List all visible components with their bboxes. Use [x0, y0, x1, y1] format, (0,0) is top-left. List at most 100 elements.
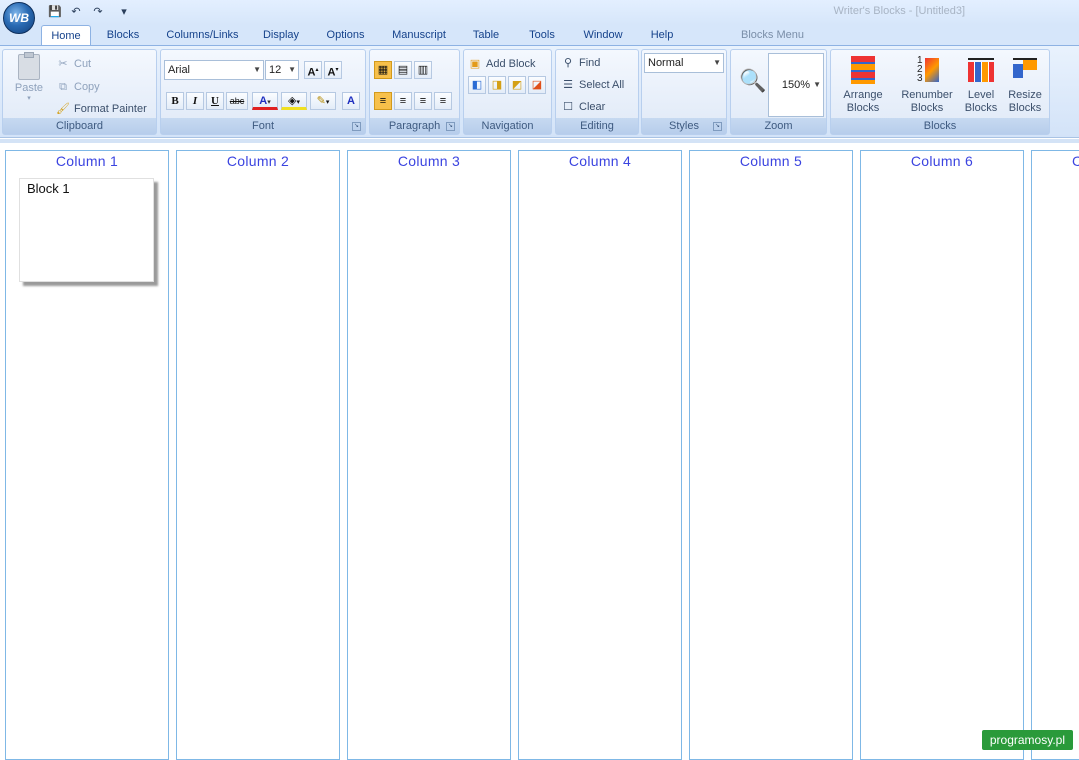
- customize-qat-icon[interactable]: ▾: [116, 4, 132, 18]
- tab-table[interactable]: Table: [466, 25, 506, 45]
- level-blocks-label-2: Blocks: [959, 102, 1003, 115]
- nav-next-icon[interactable]: ◩: [508, 76, 526, 94]
- font-size-value: 12: [269, 64, 281, 76]
- bold-button[interactable]: B: [166, 92, 184, 110]
- paste-dropdown-icon: ▾: [11, 94, 47, 102]
- select-all-button[interactable]: ☰Select All: [561, 76, 624, 94]
- clipboard-group: Paste ▾ ✂ Cut ⧉Copy 🖌 Format Painter Clipb…: [2, 49, 157, 135]
- copy-icon: ⧉: [56, 80, 70, 94]
- align-left-icon[interactable]: ≡: [374, 92, 392, 110]
- cut-button[interactable]: ✂ Cut: [56, 55, 91, 73]
- scissors-icon: ✂: [56, 57, 70, 71]
- paste-label: Paste: [11, 82, 47, 94]
- align-center-icon[interactable]: ≡: [394, 92, 412, 110]
- columns-workspace[interactable]: Column 1 Block 1 Column 2 Column 3 Colum…: [0, 139, 1079, 754]
- editing-group: ⚲Find ☰Select All ☐Clear Editing: [555, 49, 639, 135]
- clear-button[interactable]: ☐Clear: [561, 98, 605, 116]
- format-painter-icon: 🖌: [56, 102, 70, 116]
- column-3[interactable]: Column 3: [347, 150, 511, 760]
- block-card[interactable]: Block 1: [19, 178, 154, 282]
- block-style-2-icon[interactable]: ▤: [394, 61, 412, 79]
- font-dialog-a-icon[interactable]: A: [342, 92, 360, 110]
- block-title[interactable]: Block 1: [27, 181, 70, 196]
- resize-blocks-button[interactable]: Resize Blocks: [1003, 54, 1047, 115]
- font-dialog-launcher-icon[interactable]: ↘: [352, 122, 361, 131]
- ribbon-tab-row: Home Blocks Columns/Links Display Option…: [0, 25, 1079, 45]
- tab-blocks[interactable]: Blocks: [98, 25, 148, 45]
- level-blocks-label-1: Level: [959, 89, 1003, 102]
- tab-options[interactable]: Options: [318, 25, 373, 45]
- arrange-blocks-icon: [847, 54, 879, 86]
- paragraph-group: ▦ ▤ ▥ ≡ ≡ ≡ ≡ Paragraph↘: [369, 49, 460, 135]
- watermark: programosy.pl: [982, 730, 1073, 750]
- highlight-color-button[interactable]: ◈▾: [281, 92, 307, 110]
- column-title[interactable]: Column 1: [6, 153, 168, 169]
- nav-first-icon[interactable]: ◧: [468, 76, 486, 94]
- block-style-3-icon[interactable]: ▥: [414, 61, 432, 79]
- application-orb-button[interactable]: WB: [3, 2, 35, 34]
- save-icon[interactable]: 💾: [47, 4, 63, 18]
- font-size-combo[interactable]: 12▼: [265, 60, 299, 80]
- arrange-blocks-label-2: Blocks: [840, 102, 886, 115]
- level-blocks-button[interactable]: Level Blocks: [959, 54, 1003, 115]
- redo-icon[interactable]: ↷: [90, 4, 106, 18]
- block-style-1-icon[interactable]: ▦: [374, 61, 392, 79]
- paragraph-dialog-launcher-icon[interactable]: ↘: [446, 122, 455, 131]
- format-painter-label: Format Painter: [74, 100, 147, 118]
- tab-manuscript[interactable]: Manuscript: [383, 25, 455, 45]
- nav-prev-icon[interactable]: ◨: [488, 76, 506, 94]
- styles-dialog-launcher-icon[interactable]: ↘: [713, 122, 722, 131]
- style-value: Normal: [648, 57, 683, 69]
- strikethrough-button[interactable]: abc: [226, 92, 248, 110]
- justify-icon[interactable]: ≡: [434, 92, 452, 110]
- underline-button[interactable]: U: [206, 92, 224, 110]
- copy-button[interactable]: ⧉Copy: [56, 78, 100, 96]
- resize-blocks-label-2: Blocks: [1003, 102, 1047, 115]
- cut-label: Cut: [74, 55, 91, 73]
- add-block-button[interactable]: ▣Add Block: [468, 55, 536, 73]
- column-title[interactable]: Column 5: [690, 153, 852, 169]
- tab-home[interactable]: Home: [41, 25, 91, 45]
- find-button[interactable]: ⚲Find: [561, 54, 600, 72]
- column-title[interactable]: Column 3: [348, 153, 510, 169]
- font-family-combo[interactable]: Arial▼: [164, 60, 264, 80]
- font-color-button[interactable]: A▾: [252, 92, 278, 110]
- column-title[interactable]: Column 2: [177, 153, 339, 169]
- tab-help[interactable]: Help: [642, 25, 682, 45]
- column-7[interactable]: C: [1031, 150, 1079, 760]
- column-2[interactable]: Column 2: [176, 150, 340, 760]
- column-1[interactable]: Column 1 Block 1: [5, 150, 169, 760]
- contextual-tab-blocks-menu[interactable]: Blocks Menu: [741, 25, 804, 45]
- column-title[interactable]: C: [1072, 153, 1079, 169]
- clipboard-paste-icon: [18, 54, 40, 80]
- column-4[interactable]: Column 4: [518, 150, 682, 760]
- column-5[interactable]: Column 5: [689, 150, 853, 760]
- paragraph-group-label: Paragraph↘: [370, 118, 459, 134]
- tab-columns-links[interactable]: Columns/Links: [160, 25, 245, 45]
- format-painter-button[interactable]: 🖌 Format Painter: [56, 100, 147, 118]
- zoom-level-combo[interactable]: 150%▼: [768, 53, 824, 117]
- clipboard-group-label: Clipboard: [3, 118, 156, 134]
- text-effects-button[interactable]: ✎▾: [310, 92, 336, 110]
- style-combo[interactable]: Normal▼: [644, 53, 724, 73]
- renumber-blocks-label-2: Blocks: [898, 102, 956, 115]
- undo-icon[interactable]: ↶: [68, 4, 84, 18]
- tab-window[interactable]: Window: [576, 25, 630, 45]
- renumber-blocks-icon: 123: [911, 54, 943, 86]
- grow-font-button[interactable]: A▴: [304, 61, 322, 79]
- italic-button[interactable]: I: [186, 92, 204, 110]
- paste-button[interactable]: Paste ▾: [11, 54, 47, 102]
- renumber-blocks-button[interactable]: 123 Renumber Blocks: [898, 54, 956, 115]
- align-right-icon[interactable]: ≡: [414, 92, 432, 110]
- tab-tools[interactable]: Tools: [521, 25, 563, 45]
- column-title[interactable]: Column 6: [861, 153, 1023, 169]
- column-title[interactable]: Column 4: [519, 153, 681, 169]
- nav-last-icon[interactable]: ◪: [528, 76, 546, 94]
- column-6[interactable]: Column 6: [860, 150, 1024, 760]
- level-blocks-icon: [965, 54, 997, 86]
- resize-blocks-icon: [1009, 54, 1041, 86]
- tab-display[interactable]: Display: [255, 25, 307, 45]
- select-all-icon: ☰: [561, 78, 575, 92]
- shrink-font-button[interactable]: A▾: [324, 61, 342, 79]
- arrange-blocks-button[interactable]: Arrange Blocks: [840, 54, 886, 115]
